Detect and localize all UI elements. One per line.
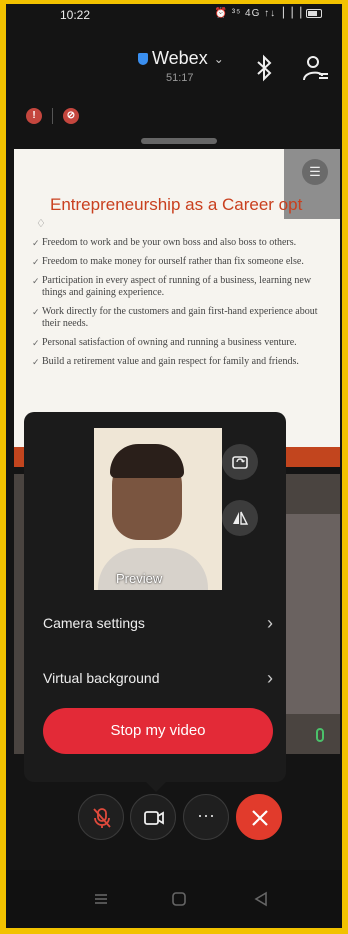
- slide-bullet: Participation in every aspect of running…: [32, 275, 336, 299]
- slide-decoration-icon: ♢: [36, 218, 46, 230]
- stop-video-button[interactable]: Stop my video: [43, 708, 273, 754]
- video-icon: [144, 811, 164, 825]
- self-preview: Preview: [94, 428, 222, 590]
- battery-icon: [306, 8, 322, 18]
- more-options-button[interactable]: ···: [183, 794, 229, 840]
- preview-hair: [110, 444, 184, 478]
- mirror-button[interactable]: [222, 500, 258, 536]
- camera-settings-label: Camera settings: [43, 615, 145, 631]
- mute-button[interactable]: [78, 794, 124, 840]
- mic-off-icon: [93, 808, 111, 828]
- slide-bullet: Personal satisfaction of owning and runn…: [32, 337, 336, 349]
- camera-flip-icon: [232, 456, 248, 469]
- status-indicator-text: ⏰ ³⁵ 4G ↑↓▕▕▕: [214, 8, 303, 19]
- shield-icon: [138, 52, 148, 65]
- system-nav-bar: [6, 870, 342, 928]
- mic-active-icon: [316, 728, 324, 742]
- participants-icon[interactable]: [302, 54, 330, 82]
- meeting-title[interactable]: Webex ⌄: [138, 48, 224, 69]
- slide-bullet: Freedom to make money for ourself rather…: [32, 256, 336, 268]
- mirror-icon: [233, 511, 249, 525]
- chevron-right-icon: ›: [267, 612, 273, 633]
- block-badge[interactable]: ⊘: [63, 108, 79, 124]
- recent-apps-icon[interactable]: [92, 890, 110, 908]
- more-icon: ···: [197, 805, 215, 825]
- preview-label: Preview: [116, 571, 163, 586]
- call-controls: ···: [6, 794, 342, 854]
- meeting-header: Webex ⌄ 51:17: [6, 34, 342, 94]
- status-indicators: ⏰ ³⁵ 4G ↑↓▕▕▕: [215, 8, 322, 19]
- alert-badges: ! ⊘: [26, 108, 79, 124]
- alert-badge[interactable]: !: [26, 108, 42, 124]
- video-background-wall: [280, 514, 340, 714]
- camera-flip-button[interactable]: [222, 444, 258, 480]
- slide-bullet: Build a retirement value and gain respec…: [32, 356, 336, 368]
- elapsed-time: 51:17: [166, 72, 194, 84]
- virtual-background-label: Virtual background: [43, 670, 160, 686]
- status-time: 10:22: [60, 8, 91, 22]
- slide-bullets: Freedom to work and be your own boss and…: [32, 237, 336, 375]
- back-icon[interactable]: [252, 890, 270, 908]
- drag-handle[interactable]: [141, 138, 217, 144]
- phone-screen: 10:22 ⏰ ³⁵ 4G ↑↓▕▕▕ Webex ⌄ 51:17 ! ⊘ ☰: [6, 4, 342, 928]
- chevron-down-icon: ⌄: [213, 51, 224, 66]
- end-call-button[interactable]: [236, 794, 282, 840]
- camera-settings-row[interactable]: Camera settings ›: [43, 608, 273, 638]
- video-button[interactable]: [130, 794, 176, 840]
- slide-bullet: Freedom to work and be your own boss and…: [32, 237, 336, 249]
- slide-bullet: Work directly for the customers and gain…: [32, 306, 336, 330]
- divider: [52, 108, 53, 124]
- status-bar: 10:22 ⏰ ³⁵ 4G ↑↓▕▕▕: [6, 4, 342, 26]
- close-icon: [252, 810, 268, 826]
- chevron-right-icon: ›: [267, 667, 273, 688]
- virtual-background-row[interactable]: Virtual background ›: [43, 663, 273, 693]
- layout-icon[interactable]: ☰: [302, 159, 328, 185]
- video-options-popup: Preview Camera settings › Virtual backgr…: [24, 412, 286, 792]
- app-name: Webex: [152, 48, 208, 68]
- bluetooth-icon[interactable]: [254, 54, 274, 82]
- home-icon[interactable]: [170, 890, 188, 908]
- slide-title: Entrepreneurship as a Career opt: [50, 195, 303, 214]
